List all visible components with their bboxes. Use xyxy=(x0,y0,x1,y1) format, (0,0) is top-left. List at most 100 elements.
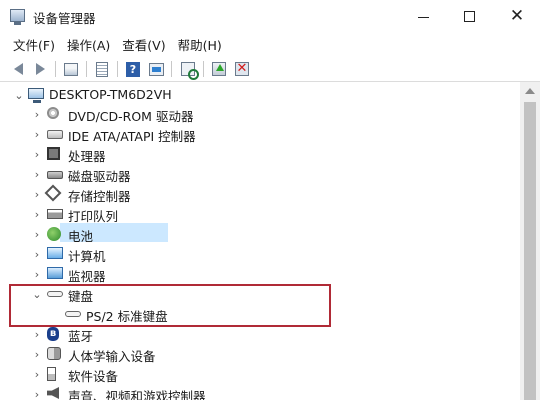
minimize-icon xyxy=(417,16,429,18)
close-button[interactable]: ✕ xyxy=(494,0,540,32)
tree-node-label: DVD/CD-ROM 驱动器 xyxy=(68,109,194,124)
tree-node-label: 声音、视频和游戏控制器 xyxy=(68,389,206,400)
toolbar-separator xyxy=(55,61,56,77)
menu-file[interactable]: 文件(F) xyxy=(8,35,60,54)
collapsed-chevron-icon[interactable]: › xyxy=(32,344,42,364)
export-list-button[interactable] xyxy=(92,59,112,79)
hid-icon xyxy=(47,347,61,360)
chip-icon xyxy=(47,147,60,160)
collapsed-chevron-icon[interactable]: › xyxy=(32,144,42,164)
battery-icon xyxy=(47,227,61,241)
menu-bar: 文件(F) 操作(A) 查看(V) 帮助(H) xyxy=(0,32,540,56)
collapsed-chevron-icon[interactable]: › xyxy=(32,104,42,124)
tree-node[interactable]: › 处理器 xyxy=(0,144,520,164)
scrollbar-thumb[interactable] xyxy=(524,102,536,400)
collapsed-chevron-icon[interactable]: › xyxy=(32,164,42,184)
expanded-chevron-icon[interactable]: ⌄ xyxy=(14,85,24,105)
tree-node[interactable]: › IDE ATA/ATAPI 控制器 xyxy=(0,124,520,145)
tree-node[interactable]: › 计算机 xyxy=(0,244,520,264)
maximize-button[interactable] xyxy=(446,0,492,32)
properties-button[interactable] xyxy=(146,59,166,79)
update-driver-icon xyxy=(212,62,226,76)
tree-node-label: 电池 xyxy=(68,229,94,244)
tree-node-label: 计算机 xyxy=(68,249,106,264)
tree-node-label: 键盘 xyxy=(68,289,94,304)
drive-icon xyxy=(47,130,63,139)
scan-hardware-button[interactable] xyxy=(178,59,199,80)
close-icon: ✕ xyxy=(509,6,525,26)
collapsed-chevron-icon[interactable]: › xyxy=(32,204,42,224)
menu-view[interactable]: 查看(V) xyxy=(117,35,170,54)
toolbar-separator xyxy=(171,61,172,77)
help-button[interactable]: ? xyxy=(123,59,143,79)
help-icon: ? xyxy=(126,61,140,77)
collapsed-chevron-icon[interactable]: › xyxy=(32,364,42,384)
menu-help[interactable]: 帮助(H) xyxy=(173,35,227,54)
bluetooth-icon: ʙ xyxy=(47,327,59,341)
minimize-button[interactable] xyxy=(400,0,446,32)
tree-node-label: 软件设备 xyxy=(68,369,119,384)
toolbar-separator xyxy=(117,61,118,77)
printer-icon xyxy=(47,209,63,219)
update-driver-button[interactable] xyxy=(209,59,229,79)
tree-node[interactable]: › 存储控制器 xyxy=(0,184,520,204)
collapsed-chevron-icon[interactable]: › xyxy=(32,324,42,344)
tree-node[interactable]: › DVD/CD-ROM 驱动器 xyxy=(0,104,520,124)
tree-root[interactable]: ⌄ DESKTOP-TM6D2VH xyxy=(0,85,520,105)
keyboard-icon xyxy=(65,311,81,317)
tree-node[interactable]: › ʙ 蓝牙 xyxy=(0,324,520,344)
scroll-up-arrow-icon[interactable] xyxy=(525,88,535,94)
maximize-icon xyxy=(463,10,475,22)
vertical-scrollbar[interactable] xyxy=(520,82,540,400)
back-button[interactable] xyxy=(8,59,28,79)
device-manager-icon xyxy=(10,9,25,25)
tree-node[interactable]: › 声音、视频和游戏控制器 xyxy=(0,384,520,400)
title-bar: 设备管理器 ✕ xyxy=(0,0,540,32)
show-hide-console-tree-button[interactable] xyxy=(61,59,81,79)
menu-action[interactable]: 操作(A) xyxy=(62,35,115,54)
tree-node[interactable]: › 磁盘驱动器 xyxy=(0,164,520,185)
tree-node-label: 存储控制器 xyxy=(68,189,131,204)
back-icon xyxy=(13,63,23,75)
window-title: 设备管理器 xyxy=(33,11,96,26)
tree-node[interactable]: › 电池 xyxy=(0,224,520,244)
expanded-chevron-icon[interactable]: ⌄ xyxy=(32,284,42,304)
keyboard-icon xyxy=(47,291,63,297)
monitor-icon xyxy=(47,267,63,279)
computer-icon xyxy=(28,88,44,103)
collapsed-chevron-icon[interactable]: › xyxy=(32,124,42,144)
toolbar-separator xyxy=(86,61,87,77)
tree-child-node[interactable]: PS/2 标准键盘 xyxy=(0,304,520,324)
tree-node-label: IDE ATA/ATAPI 控制器 xyxy=(68,129,196,144)
tree-node[interactable]: › 人体学输入设备 xyxy=(0,344,520,364)
collapsed-chevron-icon[interactable]: › xyxy=(32,384,42,400)
toolbar: ? ✕ xyxy=(0,56,540,82)
document-icon xyxy=(96,61,108,77)
tree-node[interactable]: › 打印队列 xyxy=(0,204,520,225)
collapsed-chevron-icon[interactable]: › xyxy=(32,184,42,204)
forward-button[interactable] xyxy=(30,59,50,79)
forward-icon xyxy=(35,63,45,75)
tree-node[interactable]: › 监视器 xyxy=(0,264,520,284)
toolbar-separator xyxy=(203,61,204,77)
disc-icon xyxy=(47,107,59,119)
uninstall-icon: ✕ xyxy=(235,61,249,76)
software-device-icon xyxy=(47,367,56,381)
tree-root-label: DESKTOP-TM6D2VH xyxy=(49,87,172,102)
sound-icon xyxy=(47,387,59,399)
tree-node-label: 磁盘驱动器 xyxy=(68,169,131,184)
properties-icon xyxy=(148,62,164,76)
tree-node-label: 处理器 xyxy=(68,149,106,164)
collapsed-chevron-icon[interactable]: › xyxy=(32,264,42,284)
tree-node-label: 打印队列 xyxy=(68,209,119,224)
tree-node[interactable]: › 软件设备 xyxy=(0,364,520,384)
computer-icon xyxy=(47,247,63,259)
scan-icon xyxy=(181,62,199,80)
collapsed-chevron-icon[interactable]: › xyxy=(32,224,42,244)
disk-icon xyxy=(47,171,63,179)
uninstall-device-button[interactable]: ✕ xyxy=(232,59,252,79)
tree-node-label: 人体学输入设备 xyxy=(68,349,156,364)
tree-node-label: 蓝牙 xyxy=(68,329,94,344)
tree-node[interactable]: ⌄ 键盘 xyxy=(0,284,520,305)
collapsed-chevron-icon[interactable]: › xyxy=(32,244,42,264)
